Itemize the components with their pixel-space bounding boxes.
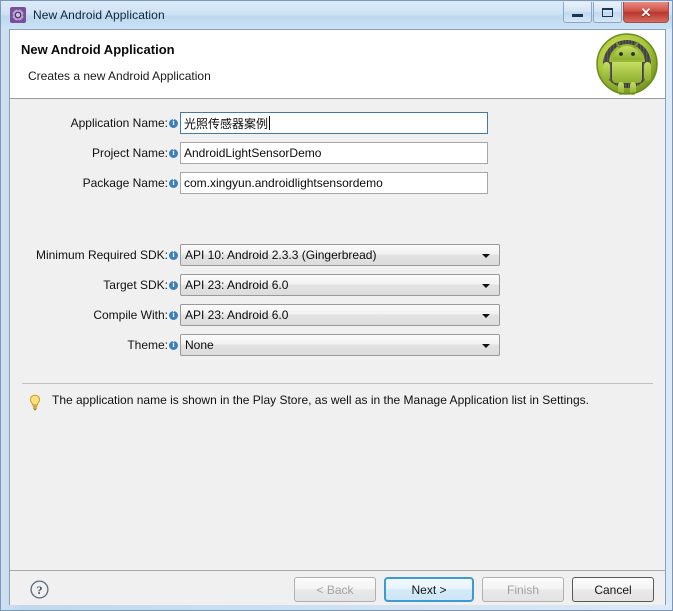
label-package-name: Package Name: <box>82 176 168 190</box>
close-button[interactable]: ✕ <box>623 2 669 23</box>
package-name-value: com.xingyun.androidlightsensordemo <box>184 176 383 190</box>
chevron-down-icon <box>482 314 490 318</box>
theme-value: None <box>185 338 214 352</box>
info-icon-project-name[interactable] <box>169 147 178 158</box>
help-question-icon[interactable]: ? <box>30 580 49 599</box>
field-row-theme: Theme: None <box>10 334 665 356</box>
label-minimum-required-sdk: Minimum Required SDK: <box>35 248 168 262</box>
window-title: New Android Application <box>33 8 165 22</box>
field-row-compile-with: Compile With: API 23: Android 6.0 <box>10 304 665 326</box>
page-title: New Android Application <box>21 42 175 57</box>
page-subtitle: Creates a new Android Application <box>28 69 211 83</box>
minimum-required-sdk-select[interactable]: API 10: Android 2.3.3 (Gingerbread) <box>180 244 500 266</box>
info-icon-target-sdk[interactable] <box>169 279 178 290</box>
theme-select[interactable]: None <box>180 334 500 356</box>
label-compile-with: Compile With: <box>93 308 168 322</box>
label-theme: Theme: <box>127 338 168 352</box>
minimize-icon <box>572 14 583 17</box>
wizard-footer: ? < Back Next > Finish Cancel <box>10 571 665 605</box>
gear-icon <box>10 7 26 23</box>
window-controls: ✕ <box>563 2 669 23</box>
text-caret <box>269 116 271 130</box>
hint-area: The application name is shown in the Pla… <box>28 393 589 411</box>
minimum-required-sdk-value: API 10: Android 2.3.3 (Gingerbread) <box>185 248 377 262</box>
back-button[interactable]: < Back <box>294 577 376 602</box>
info-icon-minimum-required-sdk[interactable] <box>169 249 178 260</box>
field-row-target-sdk: Target SDK: API 23: Android 6.0 <box>10 274 665 296</box>
label-application-name: Application Name: <box>70 116 168 130</box>
info-icon-application-name[interactable] <box>169 117 178 128</box>
title-bar[interactable]: New Android Application ✕ <box>1 1 672 29</box>
field-row-project-name: Project Name: AndroidLightSensorDemo <box>10 142 665 164</box>
field-row-package-name: Package Name: com.xingyun.androidlightse… <box>10 172 665 194</box>
field-row-application-name: Application Name: 光照传感器案例 <box>10 112 665 134</box>
project-name-value: AndroidLightSensorDemo <box>184 146 322 160</box>
chevron-down-icon <box>482 284 490 288</box>
finish-button[interactable]: Finish <box>482 577 564 602</box>
label-target-sdk: Target SDK: <box>103 278 168 292</box>
chevron-down-icon <box>482 344 490 348</box>
dialog-client: New Android Application Creates a new An… <box>9 29 666 605</box>
maximize-icon <box>602 7 613 17</box>
compile-with-select[interactable]: API 23: Android 6.0 <box>180 304 500 326</box>
dialog-window: New Android Application ✕ New Android Ap… <box>0 0 673 611</box>
label-project-name: Project Name: <box>91 146 168 160</box>
target-sdk-select[interactable]: API 23: Android 6.0 <box>180 274 500 296</box>
package-name-input[interactable]: com.xingyun.androidlightsensordemo <box>180 172 488 194</box>
next-button[interactable]: Next > <box>384 577 474 602</box>
minimize-button[interactable] <box>563 2 592 23</box>
maximize-button[interactable] <box>593 2 622 23</box>
application-name-value: 光照传感器案例 <box>184 116 269 131</box>
close-icon: ✕ <box>640 4 652 20</box>
field-row-minimum-required-sdk: Minimum Required SDK: API 10: Android 2.… <box>10 244 665 266</box>
compile-with-value: API 23: Android 6.0 <box>185 308 289 322</box>
project-name-input[interactable]: AndroidLightSensorDemo <box>180 142 488 164</box>
target-sdk-value: API 23: Android 6.0 <box>185 278 289 292</box>
info-icon-package-name[interactable] <box>169 177 178 188</box>
android-robot-logo-icon <box>595 32 659 96</box>
info-icon-theme[interactable] <box>169 339 178 350</box>
info-icon-compile-with[interactable] <box>169 309 178 320</box>
cancel-button[interactable]: Cancel <box>572 577 654 602</box>
svg-text:?: ? <box>37 583 43 597</box>
lightbulb-icon <box>28 394 42 411</box>
wizard-header: New Android Application Creates a new An… <box>10 30 665 99</box>
hint-separator <box>22 383 653 384</box>
chevron-down-icon <box>482 254 490 258</box>
wizard-body: Application Name: 光照传感器案例 Project Name: … <box>10 100 665 570</box>
application-name-input[interactable]: 光照传感器案例 <box>180 112 488 134</box>
hint-text: The application name is shown in the Pla… <box>52 393 589 407</box>
